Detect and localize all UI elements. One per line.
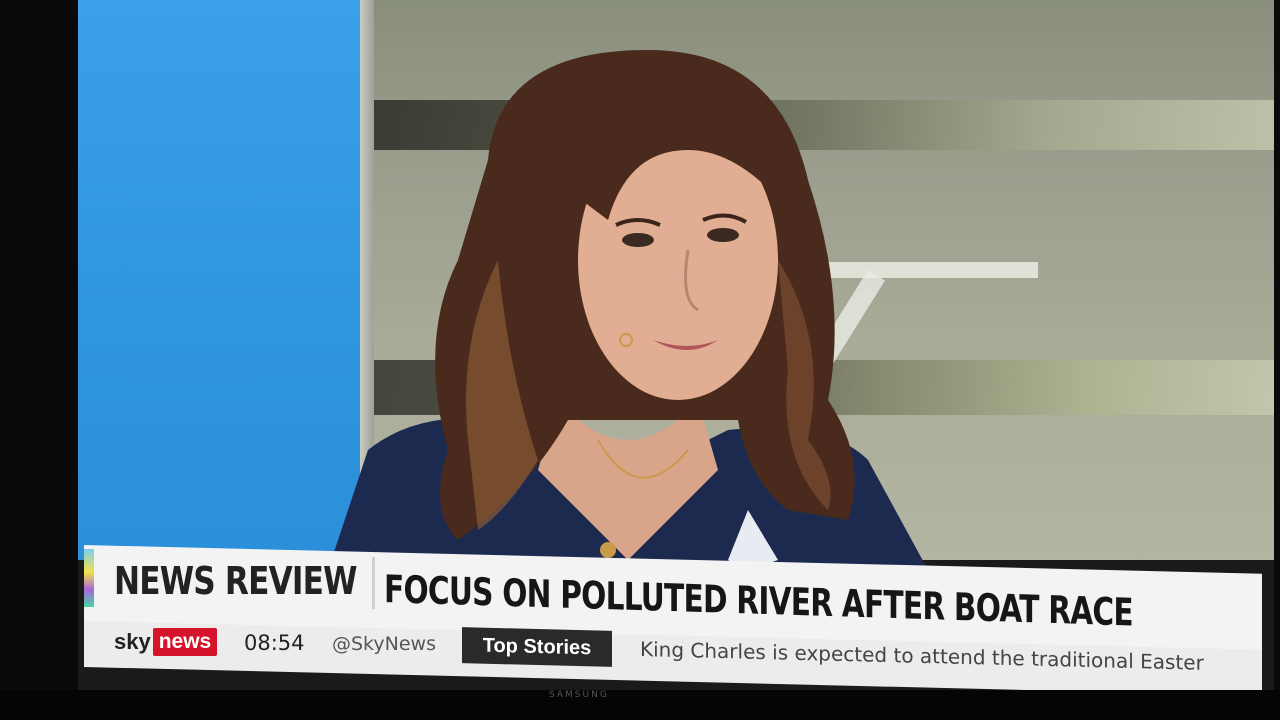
headline-divider — [372, 557, 375, 609]
sky-news-logo: sky news — [114, 627, 218, 657]
accent-strip — [84, 549, 94, 607]
social-handle: @SkyNews — [332, 633, 436, 655]
tv-bezel-bottom — [0, 690, 1280, 720]
broadcast-clock: 08:54 — [244, 631, 305, 655]
news-logo-box: news — [152, 628, 218, 656]
tv-screen: NEWS REVIEW FOCUS ON POLLUTED RIVER AFTE… — [78, 0, 1274, 690]
tv-bezel-left — [0, 0, 78, 720]
sky-logo-word: sky — [114, 629, 151, 654]
lower-third: NEWS REVIEW FOCUS ON POLLUTED RIVER AFTE… — [84, 545, 1262, 690]
tv-brand-mark: SAMSUNG — [549, 690, 609, 700]
tv-bezel-right — [1274, 0, 1280, 720]
presenter-figure — [328, 50, 928, 570]
section-label: NEWS REVIEW — [114, 559, 357, 603]
segment-tag: Top Stories — [462, 627, 612, 667]
